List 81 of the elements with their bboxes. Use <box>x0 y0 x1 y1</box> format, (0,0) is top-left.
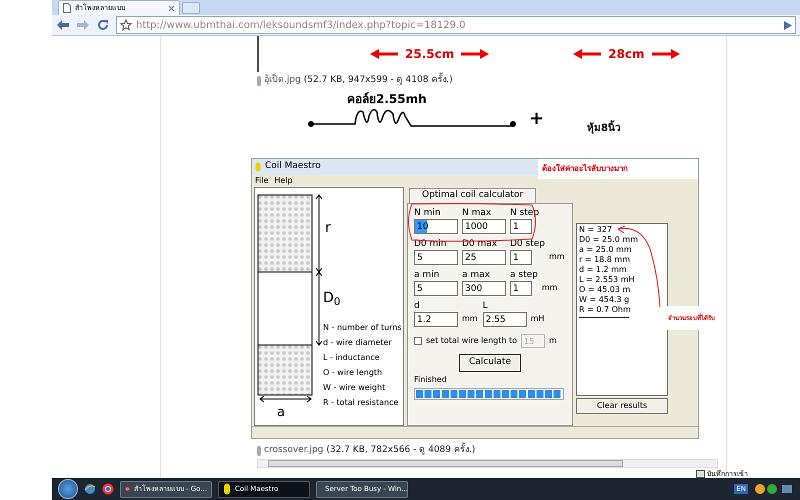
address-bar[interactable]: http://www.ubmthai.com/leksoundsmf3/index.php?topic=18129.0 <box>116 16 796 34</box>
dimension-label: 25.5cm <box>405 46 454 63</box>
dimension-label: r <box>325 219 331 238</box>
coil-label: คอล์ย2.55mh <box>347 91 427 108</box>
annotation-text: ต้องใส่ค่าอะไรลับบางมาก <box>542 163 628 175</box>
dimension-label: D$_{0}$ <box>323 289 340 309</box>
left-arrow-icon <box>369 48 399 60</box>
right-arrow-icon <box>650 48 681 60</box>
field-label: d <box>414 301 421 312</box>
sketch-note: หุ้ม8นิ้ว <box>587 121 621 136</box>
unit-label: mm <box>549 251 565 263</box>
input-field[interactable]: 1 <box>510 219 532 234</box>
dimension-label: 28cm <box>608 46 645 63</box>
legend-text: R - total resistance <box>323 397 400 409</box>
star-icon[interactable] <box>120 19 132 31</box>
note-icon <box>696 470 705 478</box>
back-icon[interactable] <box>56 19 70 31</box>
field-label: a step <box>510 270 538 281</box>
field-label: N max <box>462 208 492 219</box>
plus-sign: + <box>529 110 544 128</box>
field-label: N min <box>414 208 442 219</box>
legend-text: W - wire weight <box>323 382 386 394</box>
field-label: L <box>482 301 489 312</box>
attachment-info: (32.7 KB, 782x566 - ดู 4089 ครั้ง.) <box>326 444 476 458</box>
input-field[interactable]: 25 <box>462 250 506 265</box>
attachment-info: (52.7 KB, 947x599 - ดู 4108 ครั้ง.) <box>304 74 453 88</box>
input-field[interactable]: 2.55 <box>482 312 527 327</box>
legend-text: N - number of turns <box>323 322 402 334</box>
start-button[interactable] <box>58 479 78 499</box>
reload-icon[interactable] <box>96 18 110 32</box>
status-text: Finished <box>414 375 448 385</box>
dimension-label: a <box>277 406 285 419</box>
field-label: a min <box>414 270 440 281</box>
input-field[interactable]: 1.2 <box>414 312 458 327</box>
calculator-tab[interactable]: Optimal coil calculator <box>409 188 536 203</box>
result-line: r = 18.8 mm <box>579 255 632 265</box>
coil-icon <box>255 162 261 172</box>
url-text: http://www.ubmthai.com/leksoundsmf3/index.php?topic=18129.0 <box>136 18 466 32</box>
input-field[interactable]: 1 <box>510 281 532 296</box>
input-field[interactable]: 5 <box>414 281 458 296</box>
result-line: L = 2.553 mH <box>579 275 636 285</box>
input-field[interactable]: 5 <box>414 250 458 265</box>
legend-text: O - wire length <box>323 367 384 379</box>
result-line: N = 327 <box>579 225 614 235</box>
menu-item[interactable]: Help <box>274 175 293 187</box>
result-line: W = 454.3 g <box>579 295 630 305</box>
attachment-icon <box>257 446 261 456</box>
result-line: D0 = 25.0 mm <box>579 235 639 245</box>
window-title: Coil Maestro <box>265 160 321 174</box>
unit-label: mm <box>462 313 478 325</box>
checkbox-label: set total wire length to <box>426 335 518 347</box>
menu-item[interactable]: File <box>255 175 268 187</box>
clear-results-button[interactable]: Clear results <box>576 398 668 414</box>
legend-text: L - inductance <box>323 352 381 364</box>
browser-icon <box>102 483 114 495</box>
attachment-link[interactable]: อุ้เป็ด.jpg <box>264 74 301 88</box>
input-field[interactable]: 1 <box>510 250 532 265</box>
input-field[interactable]: 300 <box>462 281 506 296</box>
input-field[interactable]: 1000 <box>462 219 506 234</box>
tray-icons-drawing <box>754 483 794 495</box>
calculate-button[interactable]: Calculate <box>459 354 521 372</box>
attachment-link[interactable]: crossover.jpg <box>264 444 324 458</box>
result-line: a = 25.0 mm <box>579 245 633 255</box>
go-icon[interactable] <box>784 20 792 30</box>
result-line: d = 1.2 mm <box>579 265 628 275</box>
left-arrow-icon <box>572 48 602 60</box>
unit-label: mm <box>542 282 558 294</box>
field-label: a max <box>462 270 491 281</box>
coil-icon <box>223 483 231 495</box>
close-icon[interactable] <box>168 4 175 12</box>
horizontal-scrollbar[interactable] <box>257 459 718 468</box>
right-arrow-icon <box>460 48 490 60</box>
unit-label: mH <box>530 313 544 325</box>
page-icon <box>63 3 71 13</box>
globe-e-icon <box>84 483 96 495</box>
legend-text: d - wire diameter <box>323 337 393 349</box>
unit-label: m <box>549 335 557 347</box>
result-line: R = 0.7 Ohm <box>579 305 632 315</box>
result-line: O = 45.03 m <box>579 285 632 295</box>
attachment-icon <box>257 76 261 86</box>
scrollbar-thumb[interactable] <box>268 460 623 467</box>
